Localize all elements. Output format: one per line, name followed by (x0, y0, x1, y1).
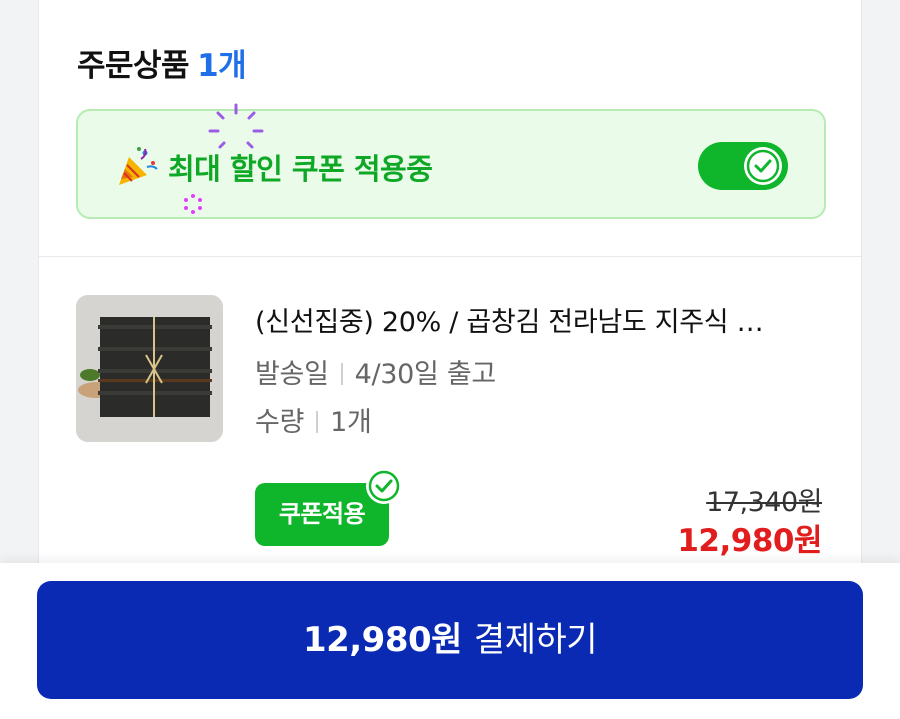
pay-button[interactable]: 12,980원 결제하기 (37, 581, 863, 699)
ship-date-row: 발송일 4/30일 출고 (255, 352, 496, 391)
product-name[interactable]: (신선집중) 20% / 곱창김 전라남도 지주식 … (255, 300, 823, 339)
max-coupon-banner[interactable]: 최대 할인 쿠폰 적용중 (76, 103, 826, 219)
seaweed-image (76, 295, 223, 442)
coupon-banner-label: 최대 할인 쿠폰 적용중 (168, 152, 433, 186)
order-count: 1개 (197, 48, 247, 84)
quantity-label: 수량 (255, 407, 305, 438)
product-thumbnail[interactable] (76, 295, 223, 442)
party-popper-icon (119, 147, 158, 185)
section-divider (39, 256, 861, 257)
ship-date-value: 4/30일 출고 (354, 359, 497, 390)
divider-bar (340, 363, 343, 385)
pay-amount: 12,980원 (302, 620, 462, 660)
badge-check (366, 468, 402, 504)
order-title: 주문상품 1개 (77, 40, 247, 85)
bottom-checkout-bar: 12,980원 결제하기 (0, 563, 900, 719)
order-page: 주문상품 1개 최대 할인 쿠폰 적용중 (신선집중) 20% / 곱창김 전라… (0, 0, 900, 719)
check-circle-icon (368, 470, 400, 502)
quantity-row: 수량 1개 (255, 400, 372, 439)
order-title-label: 주문상품 (77, 48, 190, 84)
quantity-value: 1개 (330, 407, 372, 438)
sale-price: 12,980원 (677, 523, 822, 559)
toggle-knob (744, 147, 782, 185)
ship-date-label: 발송일 (255, 359, 329, 390)
check-icon (746, 149, 780, 183)
confetti-icon (184, 194, 202, 214)
pay-label: 결제하기 (473, 620, 598, 660)
coupon-toggle[interactable] (698, 142, 788, 190)
original-price: 17,340원 (706, 487, 822, 518)
divider-bar (316, 411, 319, 433)
